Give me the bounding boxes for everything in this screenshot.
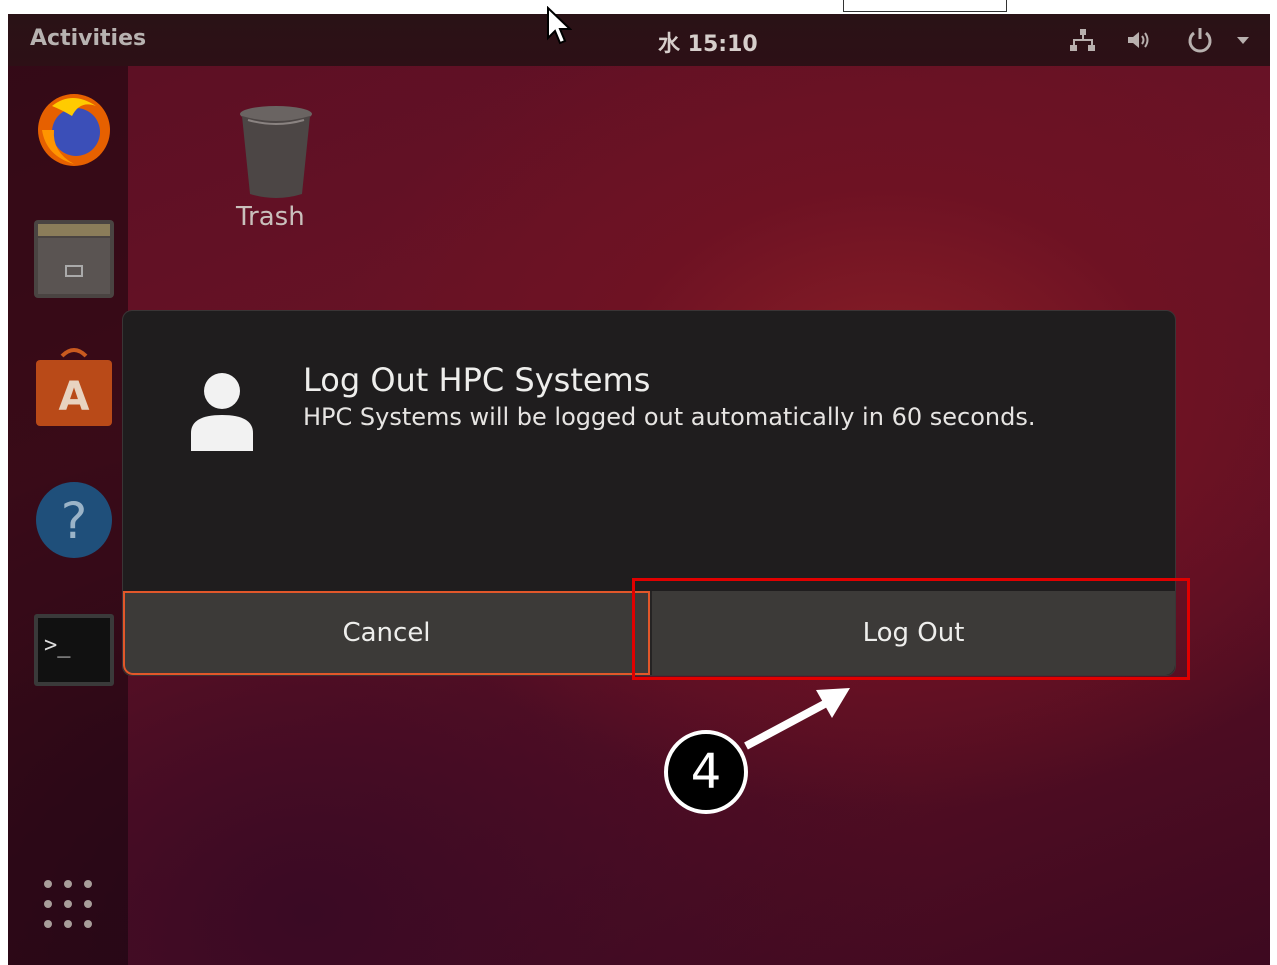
top-bar: Activities 水 15:10 [8,14,1270,66]
software-icon[interactable]: A [32,346,116,430]
highlight-box [632,578,1190,680]
terminal-icon[interactable]: >_ [32,608,116,692]
svg-text:>_: >_ [44,633,71,658]
pointer-arrow-icon [744,688,850,750]
clock[interactable]: 水 15:10 [658,26,758,58]
step-number-badge: 4 [664,730,748,814]
dialog-message: HPC Systems will be logged out automatic… [303,403,1036,431]
document-top-strip [0,0,1277,14]
firefox-icon[interactable] [32,86,116,170]
mouse-cursor-icon [547,6,572,45]
cancel-button[interactable]: Cancel [123,591,650,675]
document-boxed-text [843,0,1007,12]
dialog-title: Log Out HPC Systems [303,361,651,399]
show-applications-icon[interactable] [38,874,108,944]
svg-text:?: ? [61,492,88,550]
ubuntu-desktop: Activities 水 15:10 A ? >_ Trash Log Out … [8,14,1270,965]
network-icon[interactable] [1070,28,1096,52]
dock: A ? >_ [8,66,128,965]
power-icon[interactable] [1186,26,1214,54]
dropdown-arrow-icon[interactable] [1236,36,1250,46]
volume-icon[interactable] [1126,30,1152,50]
user-avatar-icon [191,373,253,451]
files-icon[interactable] [32,216,116,300]
activities-button[interactable]: Activities [30,26,146,51]
svg-text:A: A [59,374,90,420]
help-icon[interactable]: ? [32,478,116,562]
trash-label[interactable]: Trash [236,202,326,232]
trash-icon[interactable] [236,104,316,200]
